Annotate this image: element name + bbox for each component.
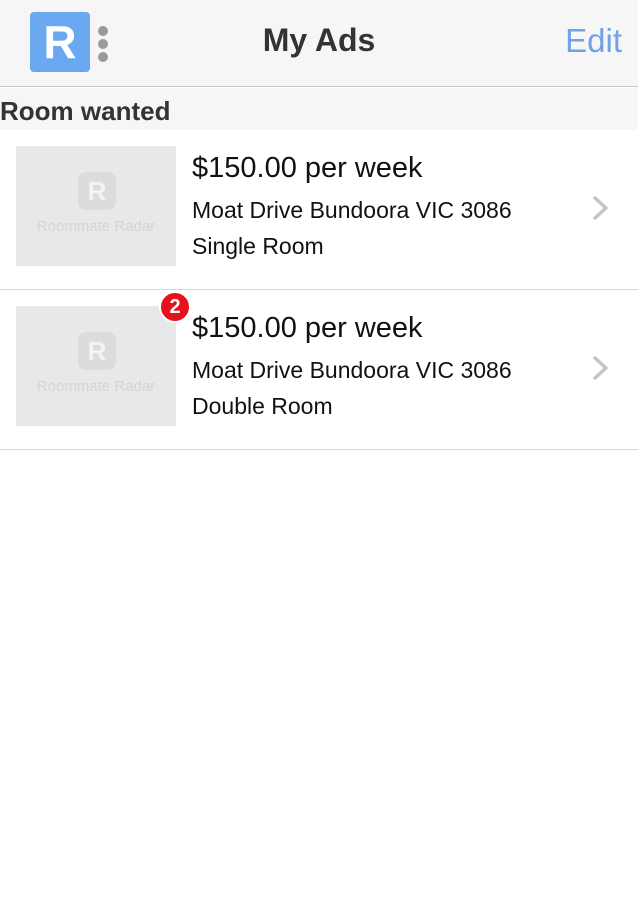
ads-list: R Roommate Radar $150.00 per week Moat D… (0, 130, 638, 450)
placeholder-text: Roommate Radar (36, 218, 156, 235)
ad-price: $150.00 per week (192, 312, 423, 344)
placeholder-logo-icon: R (78, 172, 116, 210)
ad-room-type: Double Room (192, 393, 333, 419)
navigation-bar: R My Ads Edit (0, 0, 638, 87)
edit-button[interactable]: Edit (565, 22, 622, 60)
ad-address: Moat Drive Bundoora VIC 3086 (192, 357, 512, 383)
ad-thumbnail: R Roommate Radar (16, 306, 176, 426)
ad-row[interactable]: R Roommate Radar 2 $150.00 per week Moat… (0, 290, 638, 450)
placeholder-text: Roommate Radar (36, 378, 156, 395)
page-title: My Ads (262, 22, 376, 58)
ad-room-type: Single Room (192, 233, 324, 259)
ad-thumbnail: R Roommate Radar (16, 146, 176, 266)
chevron-right-icon (593, 356, 608, 380)
ad-price: $150.00 per week (192, 152, 423, 184)
placeholder-logo-icon: R (78, 332, 116, 370)
notification-badge: 2 (159, 291, 191, 323)
section-header: Room wanted (0, 88, 638, 130)
ad-row[interactable]: R Roommate Radar $150.00 per week Moat D… (0, 130, 638, 290)
chevron-right-icon (593, 196, 608, 220)
ad-address: Moat Drive Bundoora VIC 3086 (192, 197, 512, 223)
